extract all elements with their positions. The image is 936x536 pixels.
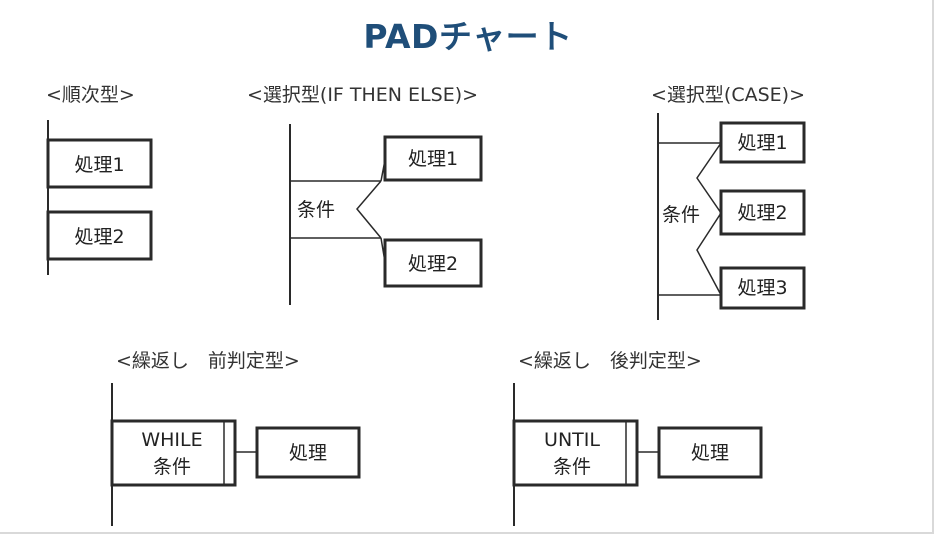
case-box-3-label: 処理3 [737, 277, 787, 299]
sequence-box-2-label: 処理2 [74, 226, 124, 248]
if-then-else-diagram: 条件 処理1 処理2 [289, 124, 483, 305]
until-condition-label: 条件 [553, 456, 591, 478]
if-box-1-label: 処理1 [408, 148, 458, 170]
pre-test-loop-diagram: WHILE 条件 処理 [110, 383, 361, 526]
case-condition-label: 条件 [662, 204, 700, 226]
case-condition-notch [696, 142, 722, 296]
sequence-box-1-label: 処理1 [74, 154, 124, 176]
case-box-1-label: 処理1 [737, 132, 787, 154]
while-body-label: 処理 [289, 442, 327, 464]
post-test-loop-diagram: UNTIL 条件 処理 [512, 383, 763, 526]
while-keyword-label: WHILE [141, 429, 202, 451]
if-condition-label: 条件 [297, 199, 335, 221]
if-box-2-label: 処理2 [408, 253, 458, 275]
while-condition-label: 条件 [153, 456, 191, 478]
if-condition-notch [356, 180, 382, 239]
until-body-label: 処理 [691, 442, 729, 464]
sequence-diagram: 処理1 処理2 [46, 120, 153, 275]
pad-diagram-canvas: 処理1 処理2 条件 処理1 処理2 条件 処理1 処理2 処理3 WHILE [46, 113, 806, 526]
case-box-2-label: 処理2 [737, 202, 787, 224]
case-diagram: 条件 処理1 処理2 処理3 [657, 113, 806, 320]
until-keyword-label: UNTIL [544, 429, 600, 451]
